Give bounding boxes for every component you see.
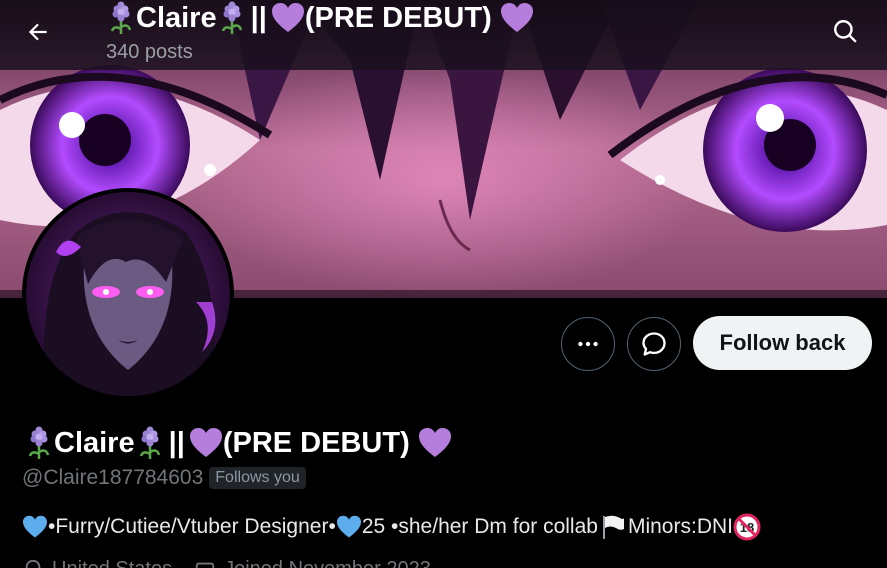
header-separator: || [250,1,267,34]
profile-top-bar: Claire || (PRE DEBUT) 340 posts [0,0,887,70]
calendar-icon [195,562,215,568]
white-flag-emoji [602,515,624,539]
header-name: Claire [136,1,217,34]
more-horizontal-icon [578,341,598,347]
follows-you-badge: Follows you [209,467,306,489]
hyacinth-flower-emoji [221,1,242,34]
purple-heart-emoji [418,428,451,457]
display-name-separator: || [168,426,185,459]
location-icon [25,559,41,568]
follow-back-button[interactable]: Follow back [693,316,872,370]
more-options-button[interactable] [561,317,615,371]
message-bubble-icon [642,332,666,356]
hyacinth-flower-emoji [28,426,50,459]
profile-meta-row: United States Joined November 2023 [22,558,431,568]
header-title: Claire || (PRE DEBUT) [106,0,534,36]
no-one-under-eighteen-emoji: 18 [733,513,761,541]
profile-location: United States [52,558,172,568]
display-name-debut: (PRE DEBUT) [222,426,410,459]
purple-heart-emoji [500,3,533,32]
post-count: 340 posts [106,41,193,63]
arrow-left-icon [28,23,47,41]
hyacinth-flower-emoji [110,1,132,34]
hyacinth-flower-emoji [139,426,160,459]
blue-heart-emoji [336,515,361,538]
search-icon [834,20,857,43]
purple-heart-emoji [189,428,222,457]
blue-heart-emoji [23,515,47,538]
message-button[interactable] [627,317,681,371]
profile-display-name: Claire || (PRE DEBUT) [24,422,452,464]
bio-text-1: •Furry/Cutiee/Vtuber Designer• [48,515,336,538]
display-name-text: Claire [54,426,135,459]
search-button[interactable] [826,12,864,50]
back-button[interactable] [18,12,58,52]
avatar[interactable] [22,188,234,400]
profile-handle: @Claire187784603 [22,466,204,489]
bio-text-3: Minors:DNI [627,515,733,538]
profile-joined: Joined November 2023 [224,558,431,568]
profile-bio: •Furry/Cutiee/Vtuber Designer• 25 •she/h… [22,512,761,542]
handle-row: @Claire187784603 Follows you [22,466,306,490]
header-debut: (PRE DEBUT) [304,1,492,34]
purple-heart-emoji [271,3,304,32]
bio-text-2: 25 •she/her Dm for collab [361,515,598,538]
